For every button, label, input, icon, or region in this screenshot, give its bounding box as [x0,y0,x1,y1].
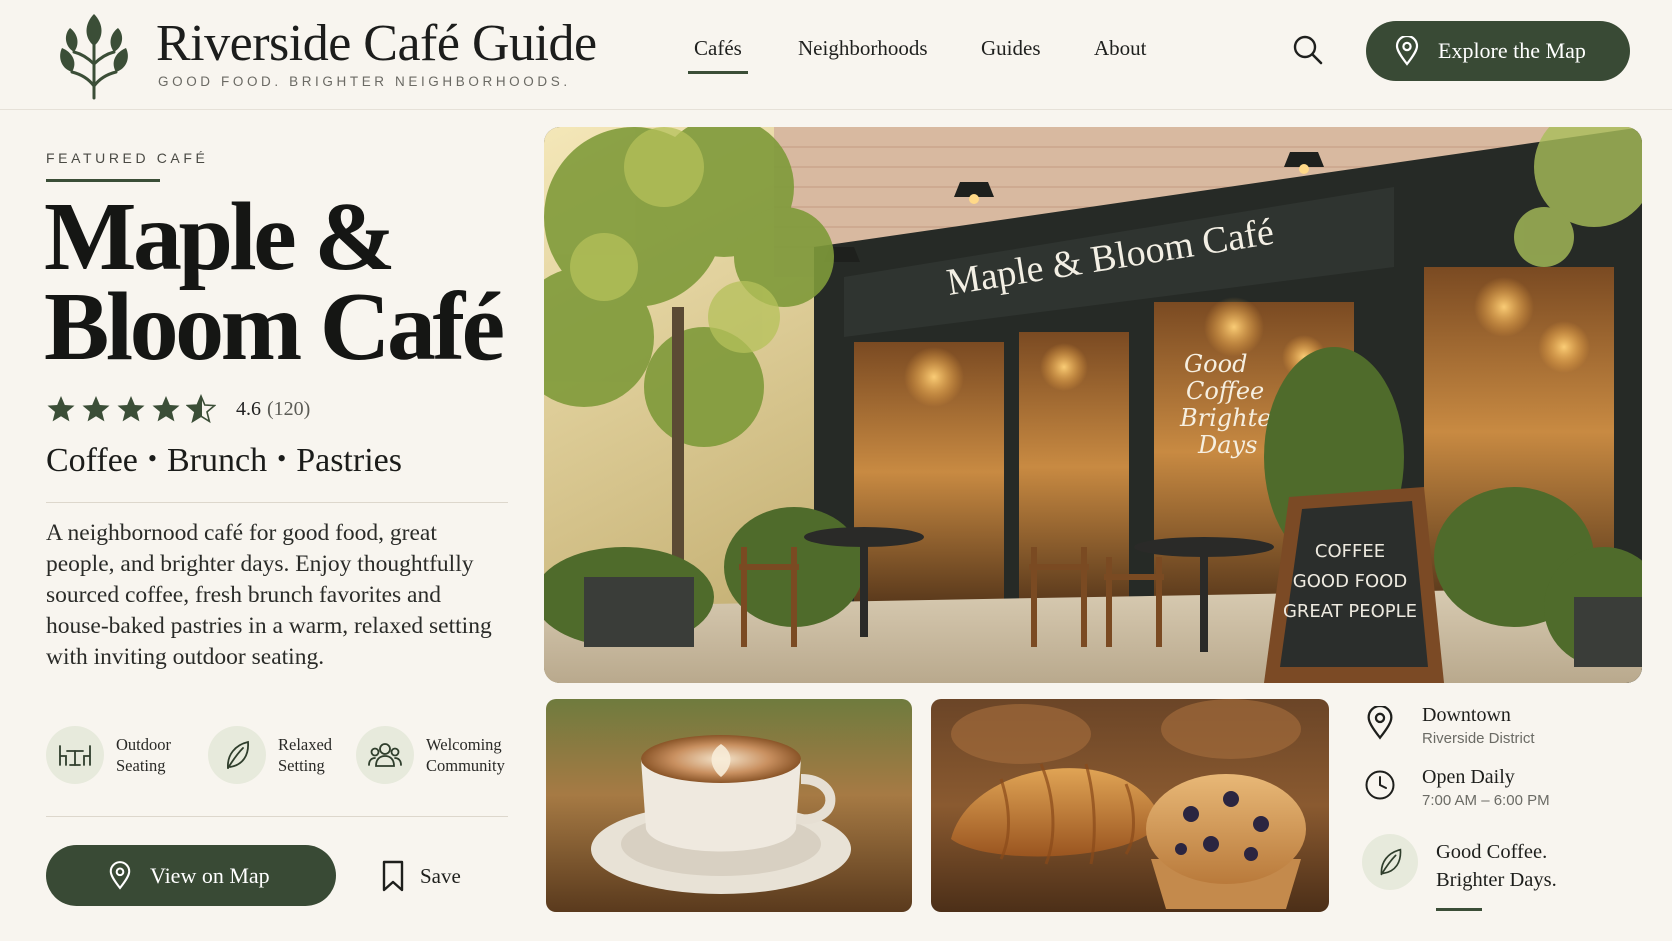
motto-text: Good Coffee. Brighter Days. [1436,841,1557,891]
hours-sub: 7:00 AM – 6:00 PM [1422,792,1550,809]
explore-map-label: Explore the Map [1438,38,1586,63]
window-text: Coffee [1186,377,1264,405]
chalkboard-text: GOOD FOOD [1293,571,1407,592]
category-separator: • [277,444,287,473]
category-tag: Coffee [46,442,138,479]
view-on-map-label: View on Map [150,862,270,888]
view-on-map-button[interactable]: View on Map [46,845,336,906]
window-text: Good [1184,350,1247,378]
amenity-label: Outdoor Seating [116,735,171,775]
chalkboard-text: GREAT PEOPLE [1283,601,1417,622]
star-icon [152,396,180,422]
rating: 4.6 (120) [46,394,310,424]
motto-divider [1436,908,1482,911]
save-label: Save [420,863,461,888]
half-star-icon [186,394,216,424]
star-icon [82,396,110,422]
rating-value: 4.6 [236,397,261,420]
community-icon [356,726,414,784]
site-title[interactable]: Riverside Café Guide [156,14,597,74]
leaf-sprig-icon[interactable] [58,12,130,100]
map-pin-icon [1367,706,1393,740]
search-icon[interactable] [1292,34,1324,66]
amenity-welcoming-community: Welcoming Community [356,726,516,784]
nav-guides[interactable]: Guides [981,36,1041,61]
hours-info: Open Daily 7:00 AM – 6:00 PM [1364,764,1550,812]
bookmark-icon [382,860,404,892]
star-icon [117,396,145,422]
cafe-name-line2: Bloom Café [44,273,505,381]
map-pin-icon [109,860,131,890]
cafe-motto: Good Coffee. Brighter Days. [1362,834,1557,894]
amenity-relaxed-setting: Relaxed Setting [208,726,368,784]
nav-neighborhoods[interactable]: Neighborhoods [798,36,928,61]
amenity-outdoor-seating: Outdoor Seating [46,726,206,784]
rating-count[interactable]: (120) [267,398,310,421]
featured-eyebrow: FEATURED CAFÉ [46,150,209,166]
amenity-label: Relaxed Setting [278,735,333,775]
divider [46,816,508,817]
save-button[interactable]: Save [380,860,461,892]
window-text: Days [1197,431,1257,459]
cafe-storefront-photo: Maple & Bloom Café Good Coffee Brighter … [544,127,1642,683]
latte-photo [546,699,912,912]
amenity-label: Welcoming Community [426,735,505,775]
cafe-name: Maple & Bloom Café [44,188,514,376]
divider [46,502,508,503]
site-header: Riverside Café Guide GOOD FOOD. BRIGHTER… [0,0,1672,110]
category-separator: • [147,444,157,473]
map-pin-icon [1395,36,1419,66]
nav-about[interactable]: About [1094,36,1147,61]
leaf-icon [1362,834,1418,890]
location-info: Downtown Riverside District [1364,702,1535,750]
chalkboard-text: COFFEE [1315,541,1385,562]
star-rating [46,394,216,424]
explore-map-button[interactable]: Explore the Map [1366,21,1630,81]
category-tag: Pastries [296,442,402,479]
cafe-categories: Coffee • Brunch • Pastries [46,442,402,480]
category-tag: Brunch [167,442,268,479]
clock-icon [1365,770,1395,800]
nav-cafes[interactable]: Cafés [688,36,748,74]
outdoor-seating-icon [46,726,104,784]
leaf-icon [208,726,266,784]
cafe-description: A neighbornood café for good food, great… [46,520,492,670]
pastries-photo [931,699,1329,912]
star-icon [47,396,75,422]
location-title: Downtown [1422,704,1511,726]
hours-title: Open Daily [1422,766,1515,788]
eyebrow-divider [46,179,160,182]
site-tagline: GOOD FOOD. BRIGHTER NEIGHBORHOODS. [158,74,571,89]
location-sub: Riverside District [1422,730,1535,747]
